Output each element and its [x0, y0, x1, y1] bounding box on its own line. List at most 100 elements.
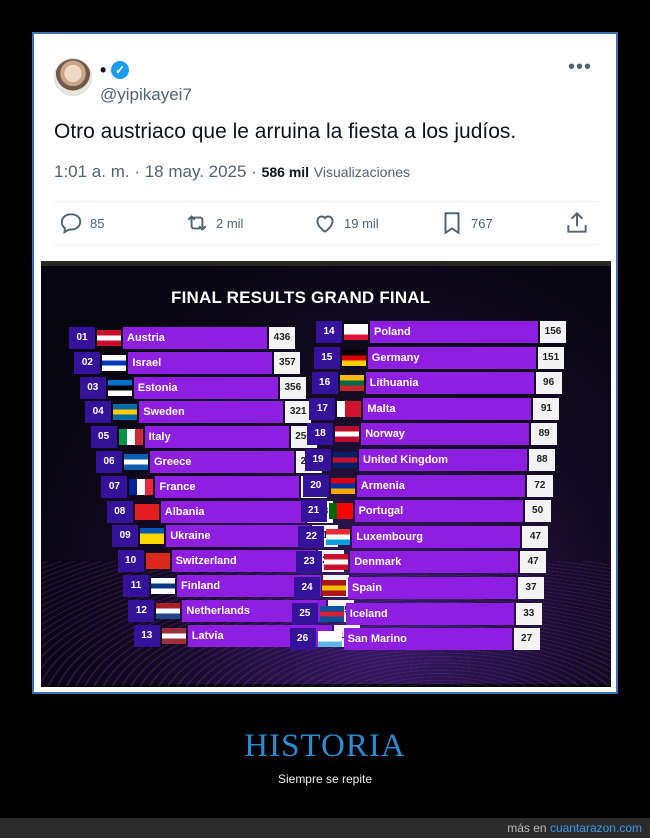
points-value: 88	[529, 449, 555, 471]
reply-count: 85	[90, 215, 105, 231]
country-name: Malta	[363, 397, 532, 420]
country-name: Armenia	[356, 474, 525, 497]
points-value: 37	[518, 577, 544, 599]
tweet-photo[interactable]: FINAL RESULTS GRAND FINAL 01 Austria 436 02…	[41, 261, 611, 687]
country-flag-icon	[97, 330, 121, 346]
points-value: 356	[279, 376, 306, 399]
points-value: 50	[524, 500, 551, 523]
rank-number: 19	[305, 449, 331, 471]
country-flag-icon	[145, 553, 170, 570]
country-name: Austria	[123, 327, 267, 349]
country-flag-icon	[161, 627, 186, 644]
country-flag-icon	[102, 354, 127, 371]
share-icon	[567, 211, 587, 233]
retweet-button[interactable]: 2 mil	[184, 209, 243, 237]
country-flag-icon	[107, 379, 132, 396]
avatar[interactable]	[54, 58, 92, 96]
country-name: Lithuania	[365, 372, 534, 395]
country-name: Spain	[348, 577, 516, 599]
country-flag-icon	[140, 528, 165, 545]
country-name: Israel	[128, 351, 273, 374]
rank-number: 08	[106, 500, 133, 523]
points-value: 89	[531, 423, 558, 446]
rank-number: 25	[291, 602, 318, 625]
points-value: 33	[515, 602, 542, 625]
verified-badge-icon: ✓	[111, 61, 129, 79]
country-name: Italy	[144, 426, 289, 449]
rank-number: 13	[133, 624, 160, 647]
rank-number: 03	[79, 376, 106, 399]
rank-number: 09	[112, 525, 139, 548]
country-name: Albania	[160, 500, 305, 523]
footer-prefix: más en	[507, 821, 547, 835]
points-value: 156	[540, 321, 566, 343]
country-name: Switzerland	[171, 550, 316, 573]
caption-title: HISTORIA	[244, 728, 406, 764]
country-flag-icon	[317, 631, 342, 648]
points-value: 47	[520, 551, 547, 574]
rank-number: 17	[309, 397, 336, 420]
country-name: Ukraine	[166, 525, 311, 548]
bookmark-icon	[444, 212, 460, 235]
country-flag-icon	[156, 602, 181, 619]
country-flag-icon	[326, 528, 351, 545]
rank-number: 04	[85, 401, 112, 424]
retweet-icon	[187, 215, 207, 231]
footer-text: más en cuantarazon.com	[507, 821, 642, 835]
post-frame: • ✓ @yipikayei7 ••• Otro austriaco que l…	[32, 32, 618, 694]
points-value: 27	[513, 628, 540, 651]
country-name: Iceland	[345, 602, 514, 625]
bookmark-button[interactable]: 767	[439, 209, 493, 237]
reply-button[interactable]: 85	[58, 209, 104, 237]
rank-number: 06	[96, 451, 122, 473]
site-link[interactable]: cuantarazon.com	[550, 821, 642, 835]
rank-number: 20	[302, 474, 329, 497]
tweet-text: Otro austriaco que le arruina la fiesta …	[54, 120, 517, 143]
points-value: 151	[537, 346, 564, 369]
country-flag-icon	[339, 375, 364, 392]
footer-bar: más en cuantarazon.com	[0, 818, 650, 838]
caption-subtitle: Siempre se repite	[277, 772, 373, 786]
country-name: Greece	[150, 451, 294, 473]
country-flag-icon	[328, 503, 353, 520]
country-flag-icon	[118, 429, 143, 446]
country-name: France	[155, 475, 300, 498]
rank-number: 12	[128, 599, 155, 622]
rank-number: 11	[123, 575, 149, 597]
divider	[52, 244, 598, 245]
country-name: San Marino	[343, 628, 512, 651]
points-value: 321	[285, 401, 312, 424]
rank-number: 23	[296, 551, 323, 574]
points-value: 96	[535, 372, 562, 395]
display-name[interactable]: •	[100, 61, 106, 79]
rank-number: 21	[300, 500, 327, 523]
country-flag-icon	[134, 503, 159, 520]
rank-number: 26	[289, 628, 316, 651]
country-flag-icon	[341, 349, 366, 366]
country-flag-icon	[335, 426, 360, 443]
tweet-meta: 1:01 a. m. · 18 may. 2025 · 586 mil Visu…	[54, 162, 410, 182]
country-name: United Kingdom	[359, 449, 527, 471]
country-flag-icon	[337, 400, 362, 417]
tweet-timestamp[interactable]: 1:01 a. m. · 18 may. 2025 ·	[54, 162, 257, 181]
country-flag-icon	[330, 477, 355, 494]
country-name: Luxembourg	[352, 525, 521, 548]
points-value: 72	[526, 474, 553, 497]
country-name: Germany	[367, 346, 536, 369]
rank-number: 16	[311, 372, 338, 395]
like-button[interactable]: 19 mil	[312, 209, 379, 237]
points-value: 436	[269, 327, 295, 349]
country-name: Estonia	[133, 376, 278, 399]
user-handle[interactable]: @yipikayei7	[100, 85, 192, 105]
country-flag-icon	[151, 578, 175, 594]
country-flag-icon	[344, 324, 368, 340]
heart-icon	[316, 215, 334, 233]
country-flag-icon	[322, 580, 346, 596]
rank-number: 10	[117, 550, 144, 573]
share-button[interactable]	[564, 209, 596, 237]
rank-number: 14	[316, 321, 342, 343]
reply-icon	[60, 213, 82, 235]
more-options-icon[interactable]: •••	[568, 56, 592, 79]
views-label: Visualizaciones	[313, 164, 411, 180]
rank-number: 22	[298, 525, 325, 548]
